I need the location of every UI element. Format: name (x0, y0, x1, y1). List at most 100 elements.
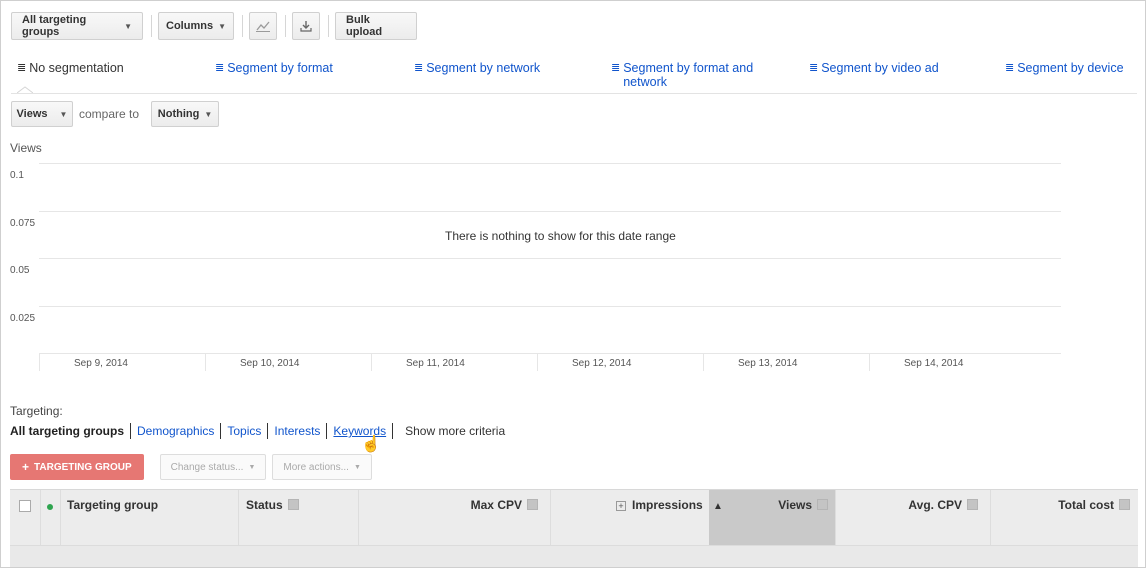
column-divider (60, 490, 61, 546)
column-header-avg-cpv[interactable]: Avg. CPV (870, 490, 978, 546)
tab-demographics[interactable]: Demographics (131, 424, 220, 438)
tab-topics[interactable]: Topics (221, 424, 267, 438)
tab-keywords[interactable]: Keywords (327, 424, 392, 438)
column-divider (238, 490, 239, 546)
column-header-views[interactable]: ▲ Views (713, 490, 831, 546)
list-icon: ≣ (809, 62, 819, 74)
chevron-down-icon: ▼ (204, 109, 213, 119)
list-icon: ≣ (1005, 62, 1015, 74)
help-icon[interactable] (1119, 499, 1130, 510)
column-header-avg-cpv-label: Avg. CPV (908, 498, 962, 512)
select-all-checkbox[interactable] (19, 500, 31, 512)
column-divider (550, 490, 551, 546)
chart-x-tick-label: Sep 12, 2014 (572, 358, 632, 369)
list-icon: ≣ (414, 62, 424, 74)
segment-by-device-label: Segment by device (1017, 61, 1124, 75)
chart-x-tick-label: Sep 10, 2014 (240, 358, 300, 369)
chart-x-tick-label: Sep 13, 2014 (738, 358, 798, 369)
chart-x-tick-mark (537, 353, 538, 371)
column-divider (40, 490, 41, 546)
targeting-tabs: All targeting groups Demographics Topics… (10, 422, 511, 440)
chart-y-tick-label: 0.075 (10, 218, 36, 229)
segment-by-video-ad[interactable]: ≣ Segment by video ad (809, 61, 939, 75)
segment-by-device[interactable]: ≣ Segment by device (1005, 61, 1124, 75)
compare-metric-dropdown[interactable]: Nothing ▼ (151, 101, 220, 127)
campaign-panel: All targeting groups ▼ Columns ▼ Bulk up… (0, 0, 1146, 568)
help-icon[interactable] (287, 499, 299, 510)
chart-gridline (39, 306, 1061, 307)
chart-gridline (39, 258, 1061, 259)
sort-ascending-icon: ▲ (713, 501, 723, 512)
segment-none-label: No segmentation (29, 61, 124, 75)
chart-toggle-button[interactable] (249, 12, 277, 40)
column-header-impressions[interactable]: + Impressions (616, 490, 703, 546)
column-divider (358, 490, 359, 546)
help-icon[interactable] (527, 499, 538, 510)
chart-y-tick-label: 0.1 (10, 170, 24, 181)
chart-x-tick-mark (371, 353, 372, 371)
chevron-down-icon: ▼ (218, 21, 226, 31)
columns-dropdown[interactable]: Columns ▼ (158, 12, 234, 40)
toolbar-divider (328, 15, 329, 37)
change-status-label: Change status... (170, 461, 244, 473)
column-divider (835, 490, 836, 546)
tab-all-targeting-groups[interactable]: All targeting groups (10, 424, 130, 438)
segment-by-format-label: Segment by format (227, 61, 333, 75)
chart-y-tick-label: 0.025 (10, 313, 36, 324)
chevron-down-icon: ▼ (353, 463, 361, 471)
toolbar-divider (151, 15, 152, 37)
download-icon (300, 21, 312, 32)
column-header-views-label: Views (778, 498, 813, 512)
expand-icon[interactable]: + (616, 501, 626, 511)
column-header-targeting-group[interactable]: Targeting group (67, 490, 158, 546)
segment-by-network-label: Segment by network (426, 61, 541, 75)
change-status-dropdown[interactable]: Change status... ▼ (159, 454, 267, 480)
add-targeting-group-label: TARGETING GROUP (34, 461, 132, 473)
download-button[interactable] (292, 12, 320, 40)
chart-x-tick-mark (39, 353, 40, 371)
segment-by-format-and-network-label: Segment by format and network (623, 61, 754, 89)
toolbar-divider (285, 15, 286, 37)
list-icon: ≣ (611, 62, 621, 74)
columns-dropdown-label: Columns (166, 20, 214, 32)
column-header-max-cpv[interactable]: Max CPV (440, 490, 538, 546)
targeting-groups-dropdown[interactable]: All targeting groups ▼ (11, 12, 143, 40)
more-actions-label: More actions... (283, 461, 349, 473)
segmentation-bar: ≣ No segmentation ≣ Segment by format ≣ … (1, 61, 1145, 93)
chart-x-tick-mark (703, 353, 704, 371)
column-divider (990, 490, 991, 546)
column-header-total-cost-label: Total cost (1058, 498, 1114, 512)
more-actions-dropdown[interactable]: More actions... ▼ (272, 454, 372, 480)
segment-by-format[interactable]: ≣ Segment by format (215, 61, 333, 75)
segmentation-divider (11, 93, 1137, 94)
table-actions: + TARGETING GROUP Change status... ▼ Mor… (10, 454, 378, 480)
segment-by-video-ad-label: Segment by video ad (821, 61, 939, 75)
chart-x-tick-label: Sep 14, 2014 (904, 358, 964, 369)
status-dot-icon (47, 504, 53, 510)
chart-x-tick-label: Sep 9, 2014 (74, 358, 128, 369)
help-icon[interactable] (817, 499, 829, 510)
bulk-upload-button[interactable]: Bulk upload (335, 12, 417, 40)
segment-by-format-and-network[interactable]: ≣ Segment by format and network (611, 61, 771, 89)
tab-interests[interactable]: Interests (268, 424, 326, 438)
show-more-criteria-link[interactable]: Show more criteria (393, 424, 511, 438)
chevron-down-icon: ▼ (59, 109, 68, 119)
help-icon[interactable] (967, 499, 978, 510)
column-header-status[interactable]: Status (246, 490, 299, 546)
metric-dropdown-label: Views (16, 108, 48, 120)
list-icon: ≣ (215, 62, 225, 74)
segment-none[interactable]: ≣ No segmentation (17, 61, 124, 75)
column-header-total-cost[interactable]: Total cost (1020, 490, 1130, 546)
line-chart-icon (256, 21, 270, 32)
segment-by-network[interactable]: ≣ Segment by network (414, 61, 540, 75)
plus-icon: + (22, 460, 30, 474)
chart-x-tick-mark (869, 353, 870, 371)
add-targeting-group-button[interactable]: + TARGETING GROUP (10, 454, 144, 480)
chart-x-tick-label: Sep 11, 2014 (406, 358, 465, 369)
chart-gridline (39, 163, 1061, 164)
metric-dropdown[interactable]: Views ▼ (11, 101, 73, 127)
targeting-label: Targeting: (10, 404, 63, 418)
toolbar: All targeting groups ▼ Columns ▼ Bulk up… (11, 11, 423, 41)
chart-y-axis-label: Views (10, 141, 42, 155)
hand-cursor-icon: ☝ (361, 436, 381, 453)
